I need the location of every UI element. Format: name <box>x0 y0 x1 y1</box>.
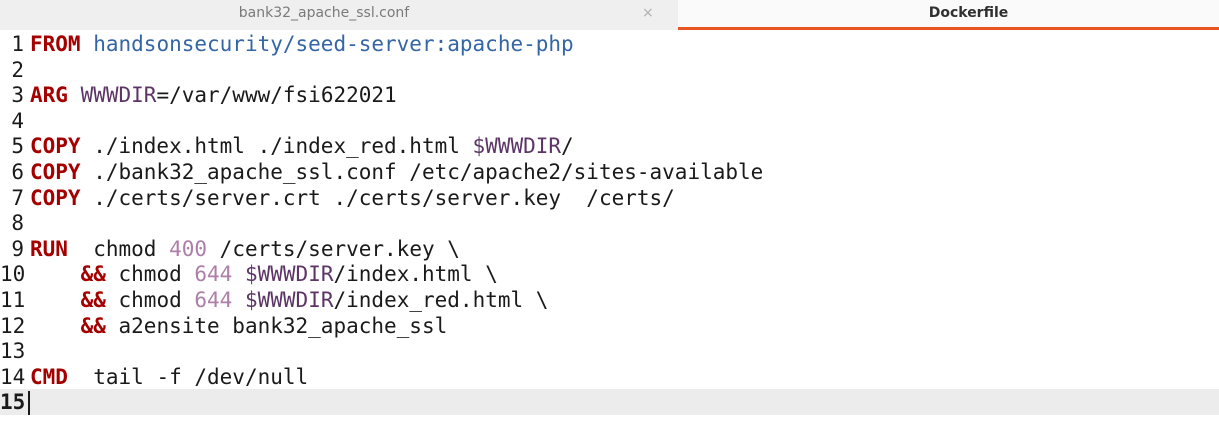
code-line[interactable]: 13 <box>0 338 1219 364</box>
line-code: FROM handsonsecurity/seed-server:apache-… <box>30 31 574 57</box>
code-line[interactable]: 14 CMD tail -f /dev/null <box>0 364 1219 390</box>
text-token: /index_red.html \ <box>333 288 549 312</box>
keyword-token: ARG <box>30 83 68 108</box>
text-token: chmod <box>105 262 195 287</box>
text-token: /index.html \ <box>333 262 498 287</box>
text-cursor <box>28 391 30 416</box>
code-editor[interactable]: 1 FROM handsonsecurity/seed-server:apache… <box>0 31 1219 422</box>
number-token: 644 <box>194 288 233 312</box>
code-line[interactable]: 9 RUN chmod 400 /certs/server.key \ <box>0 236 1219 262</box>
line-code: && a2ensite bank32_apache_ssl <box>30 313 448 339</box>
line-number: 13 <box>0 339 26 364</box>
text-token: /certs/server.key \ <box>207 236 460 261</box>
tab-dockerfile[interactable]: Dockerfile <box>678 0 1219 30</box>
operator-token: && <box>80 288 106 312</box>
keyword-token: FROM <box>30 32 81 56</box>
tab-label: bank32_apache_ssl.conf <box>238 5 410 21</box>
code-line[interactable]: 8 <box>0 210 1219 236</box>
variable-token: $WWWDIR <box>472 134 562 159</box>
line-code: COPY ./bank32_apache_ssl.conf /etc/apach… <box>30 159 763 185</box>
code-line[interactable]: 11 && chmod 644 $WWWDIR/index_red.html \ <box>0 287 1219 313</box>
text-token: / <box>561 134 574 159</box>
code-line[interactable]: 12 && a2ensite bank32_apache_ssl <box>0 313 1219 339</box>
text-token: ./certs/server.crt ./certs/server.key /c… <box>80 185 675 210</box>
operator-token: && <box>80 313 106 338</box>
number-token: 400 <box>169 236 208 261</box>
variable-token: WWWDIR <box>80 83 157 108</box>
image-token: handsonsecurity/seed-server:apache-php <box>93 32 574 56</box>
line-code: CMD tail -f /dev/null <box>30 364 308 390</box>
tab-bar: bank32_apache_ssl.conf × Dockerfile <box>0 0 1219 30</box>
line-number: 8 <box>11 211 24 236</box>
line-number: 14 <box>0 364 26 389</box>
code-line[interactable]: 3 ARG WWWDIR=/var/www/fsi622021 <box>0 82 1219 108</box>
keyword-token: COPY <box>30 185 81 210</box>
code-line[interactable]: 7 COPY ./certs/server.crt ./certs/server.… <box>0 185 1219 211</box>
line-code: RUN chmod 400 /certs/server.key \ <box>30 236 460 262</box>
text-token: =/var/www/fsi622021 <box>156 83 397 108</box>
keyword-token: RUN <box>30 236 68 261</box>
line-code: COPY ./certs/server.crt ./certs/server.k… <box>30 185 675 211</box>
code-line[interactable]: 2 <box>0 57 1219 83</box>
line-number: 5 <box>11 134 24 159</box>
text-token: ./bank32_apache_ssl.conf /etc/apache2/si… <box>80 160 764 184</box>
line-number: 3 <box>11 83 24 108</box>
line-code: ARG WWWDIR=/var/www/fsi622021 <box>30 82 397 108</box>
number-token: 644 <box>194 262 233 287</box>
code-line[interactable]: 15 <box>0 389 1219 416</box>
line-number: 1 <box>11 32 24 56</box>
line-number: 15 <box>0 390 26 415</box>
line-number: 7 <box>11 185 24 210</box>
keyword-token: CMD <box>30 364 68 389</box>
text-token: ./index.html ./index_red.html <box>80 134 473 159</box>
keyword-token: COPY <box>30 160 81 184</box>
line-code: && chmod 644 $WWWDIR/index.html \ <box>30 261 498 287</box>
tab-label: Dockerfile <box>928 5 1009 21</box>
line-number: 12 <box>0 313 26 338</box>
code-line[interactable]: 1 FROM handsonsecurity/seed-server:apache… <box>0 31 1219 57</box>
line-number: 11 <box>0 288 26 312</box>
code-line[interactable]: 4 <box>0 108 1219 134</box>
text-token: a2ensite bank32_apache_ssl <box>105 313 448 338</box>
code-line[interactable]: 10 && chmod 644 $WWWDIR/index.html \ <box>0 261 1219 287</box>
line-number: 6 <box>11 160 24 184</box>
code-line[interactable]: 5 COPY ./index.html ./index_red.html $WWW… <box>0 133 1219 159</box>
line-code: COPY ./index.html ./index_red.html $WWWD… <box>30 133 574 159</box>
text-token: tail -f /dev/null <box>67 364 309 389</box>
code-line[interactable]: 6 COPY ./bank32_apache_ssl.conf /etc/apac… <box>0 159 1219 185</box>
line-number: 4 <box>11 108 24 133</box>
close-icon[interactable]: × <box>642 5 654 21</box>
line-number: 2 <box>11 57 24 82</box>
line-code: && chmod 644 $WWWDIR/index_red.html \ <box>30 287 549 313</box>
text-token: chmod <box>67 236 170 261</box>
tab-bank32-apache-ssl-conf[interactable]: bank32_apache_ssl.conf × <box>0 0 678 30</box>
text-token: chmod <box>105 288 195 312</box>
operator-token: && <box>80 262 106 287</box>
variable-token: $WWWDIR <box>244 288 334 312</box>
line-number: 9 <box>11 236 24 261</box>
line-number: 10 <box>0 262 26 287</box>
keyword-token: COPY <box>30 134 81 159</box>
variable-token: $WWWDIR <box>244 262 334 287</box>
